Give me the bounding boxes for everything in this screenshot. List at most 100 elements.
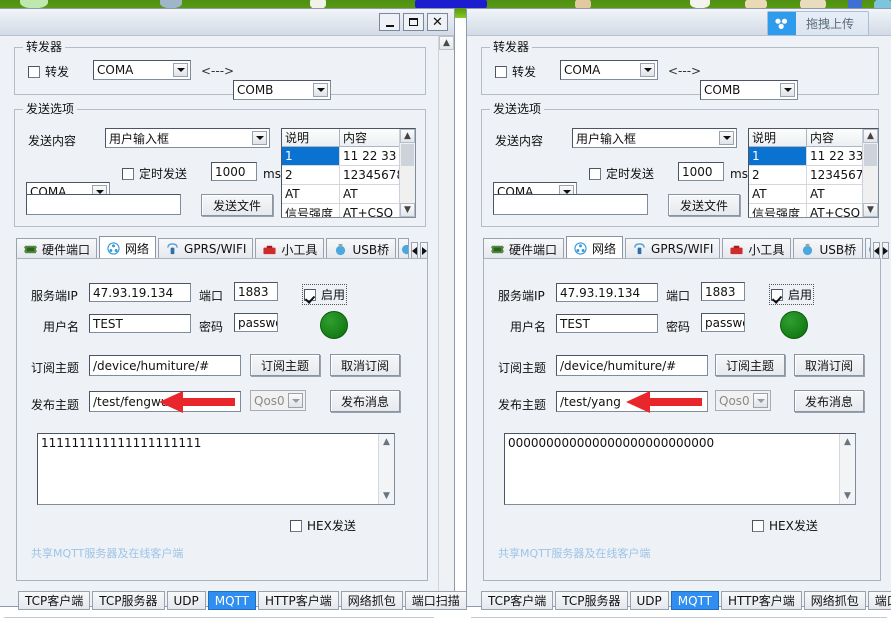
forward-checkbox-box[interactable]	[495, 65, 507, 78]
bottom-tab-port-scan[interactable]: 端口扫描	[404, 591, 467, 610]
tab-scroll-left-button[interactable]	[873, 242, 881, 259]
enable-checkbox[interactable]: 启用	[768, 284, 815, 305]
timed-send-checkbox[interactable]: 定时发送	[122, 165, 187, 182]
scroll-down-arrow[interactable]: ▼	[379, 489, 394, 503]
share-mqtt-link[interactable]: 共享MQTT服务器及在线客户端	[498, 545, 650, 561]
username-input[interactable]: TEST	[89, 314, 191, 333]
forward-checkbox[interactable]: 转发	[495, 63, 536, 80]
bottom-tab-udp[interactable]: UDP	[166, 591, 206, 610]
scroll-thumb[interactable]	[864, 144, 877, 166]
chevron-down-icon[interactable]	[640, 63, 655, 77]
send-file-button[interactable]: 发送文件	[668, 194, 740, 216]
scroll-up-arrow[interactable]: ▲	[400, 129, 415, 143]
chevron-down-icon[interactable]	[252, 131, 267, 145]
chevron-down-icon[interactable]	[288, 393, 303, 408]
tab-hardware-port[interactable]: 硬件端口	[483, 238, 565, 259]
enable-checkbox[interactable]: 启用	[301, 284, 348, 305]
minimize-button[interactable]	[379, 13, 400, 31]
chevron-down-icon[interactable]	[313, 83, 328, 97]
scroll-up-arrow[interactable]: ▲	[840, 435, 855, 449]
subscribe-topic-input[interactable]: /device/humiture/#	[556, 355, 708, 376]
chevron-down-icon[interactable]	[719, 131, 734, 145]
tab-usb-bridge[interactable]: USB桥	[793, 238, 864, 259]
timer-interval-input[interactable]: 1000	[678, 162, 724, 181]
hex-send-checkbox[interactable]: HEX发送	[290, 517, 356, 534]
left-window-titlebar[interactable]: ✕	[0, 9, 454, 36]
table-row[interactable]: AT AT	[749, 185, 878, 204]
timed-send-checkbox[interactable]: 定时发送	[589, 165, 654, 182]
tab-tools[interactable]: 小工具	[722, 238, 792, 259]
publish-button[interactable]: 发布消息	[794, 390, 864, 412]
tab-gprs-wifi[interactable]: GPRS/WIFI	[625, 238, 721, 259]
tab-overflow-partial[interactable]	[398, 238, 409, 259]
chevron-down-icon[interactable]	[173, 63, 188, 77]
bottom-tab-port-scan[interactable]: 端口扫描	[867, 591, 891, 610]
unsubscribe-button[interactable]: 取消订阅	[330, 354, 400, 376]
tab-network[interactable]: 网络	[566, 236, 624, 259]
forward-port-b-combo[interactable]: COMB	[233, 80, 331, 100]
payload-textarea[interactable]: 111111111111111111111 ▲ ▼	[37, 433, 395, 505]
table-row[interactable]: 1 11 22 33 44 55	[749, 147, 878, 166]
bottom-tab-packet-capture[interactable]: 网络抓包	[340, 591, 403, 610]
publish-button[interactable]: 发布消息	[330, 390, 400, 412]
quick-send-list-scrollbar[interactable]: ▲ ▼	[862, 129, 878, 217]
table-row[interactable]: 2 123456789	[282, 166, 415, 185]
timed-send-checkbox-box[interactable]	[122, 167, 134, 180]
quick-send-list[interactable]: 说明 内容 1 11 22 33 44 55 2 123456789 AT AT…	[748, 128, 879, 218]
bottom-tab-mqtt[interactable]: MQTT	[207, 591, 257, 610]
forward-checkbox[interactable]: 转发	[28, 63, 69, 80]
table-row[interactable]: 1 11 22 33 44 55	[282, 147, 415, 166]
left-window-scrollbar[interactable]: ▲ ▼	[438, 36, 454, 606]
table-row[interactable]: AT AT	[282, 185, 415, 204]
drag-upload-button[interactable]: 拖拽上传	[766, 11, 869, 36]
bottom-tab-http-client[interactable]: HTTP客户端	[258, 591, 339, 610]
subscribe-topic-input[interactable]: /device/humiture/#	[89, 355, 241, 376]
bottom-tab-http-client[interactable]: HTTP客户端	[721, 591, 802, 610]
tab-overflow-partial[interactable]	[865, 238, 872, 259]
username-input[interactable]: TEST	[556, 314, 658, 333]
table-row[interactable]: 2 123456789	[749, 166, 878, 185]
forward-port-b-combo[interactable]: COMB	[700, 80, 798, 100]
share-mqtt-link[interactable]: 共享MQTT服务器及在线客户端	[31, 545, 183, 561]
forward-port-a-combo[interactable]: COMA	[93, 60, 191, 80]
server-ip-input[interactable]: 47.93.19.134	[556, 283, 658, 302]
port-input[interactable]: 1883	[234, 282, 278, 301]
send-content-combo[interactable]: 用户输入框	[572, 128, 737, 148]
hex-send-checkbox[interactable]: HEX发送	[752, 517, 818, 534]
tab-tools[interactable]: 小工具	[255, 238, 325, 259]
hex-send-checkbox-box[interactable]	[752, 519, 764, 532]
scroll-up-arrow[interactable]: ▲	[439, 36, 454, 50]
tab-scroll-right-button[interactable]	[882, 242, 890, 259]
unsubscribe-button[interactable]: 取消订阅	[794, 354, 864, 376]
hex-send-checkbox-box[interactable]	[290, 519, 302, 532]
chevron-down-icon[interactable]	[753, 393, 768, 408]
enable-checkbox-box[interactable]	[771, 288, 783, 301]
payload-scrollbar[interactable]: ▲ ▼	[839, 434, 855, 504]
bottom-tab-udp[interactable]: UDP	[629, 591, 669, 610]
scroll-thumb[interactable]	[401, 144, 414, 166]
quick-send-list[interactable]: 说明 内容 1 11 22 33 44 55 2 123456789 AT AT…	[281, 128, 416, 218]
forward-port-a-combo[interactable]: COMA	[560, 60, 658, 80]
bottom-tab-tcp-client[interactable]: TCP客户端	[481, 591, 554, 610]
tab-hardware-port[interactable]: 硬件端口	[16, 238, 98, 259]
close-button[interactable]: ✕	[427, 13, 448, 31]
password-input[interactable]: passwo	[234, 313, 278, 332]
enable-checkbox-box[interactable]	[304, 288, 316, 301]
table-row[interactable]: 信号强度 AT+CSQ	[282, 204, 415, 217]
scroll-down-arrow[interactable]: ▼	[863, 203, 878, 217]
chevron-down-icon[interactable]	[780, 83, 795, 97]
server-ip-input[interactable]: 47.93.19.134	[89, 283, 191, 302]
qos-combo[interactable]: Qos0	[250, 390, 306, 411]
subscribe-button[interactable]: 订阅主题	[250, 354, 320, 376]
bottom-tab-tcp-client[interactable]: TCP客户端	[18, 591, 91, 610]
quick-send-list-scrollbar[interactable]: ▲ ▼	[399, 129, 415, 217]
port-input[interactable]: 1883	[701, 282, 745, 301]
tab-scroll-left-button[interactable]	[410, 242, 419, 259]
bottom-tab-tcp-server[interactable]: TCP服务器	[555, 591, 628, 610]
maximize-button[interactable]	[403, 13, 424, 31]
tab-usb-bridge[interactable]: USB桥	[326, 238, 397, 259]
bottom-tab-tcp-server[interactable]: TCP服务器	[92, 591, 165, 610]
table-row[interactable]: 信号强度 AT+CSQ	[749, 204, 878, 217]
scroll-up-arrow[interactable]: ▲	[863, 129, 878, 143]
send-file-path-input[interactable]	[26, 194, 181, 215]
